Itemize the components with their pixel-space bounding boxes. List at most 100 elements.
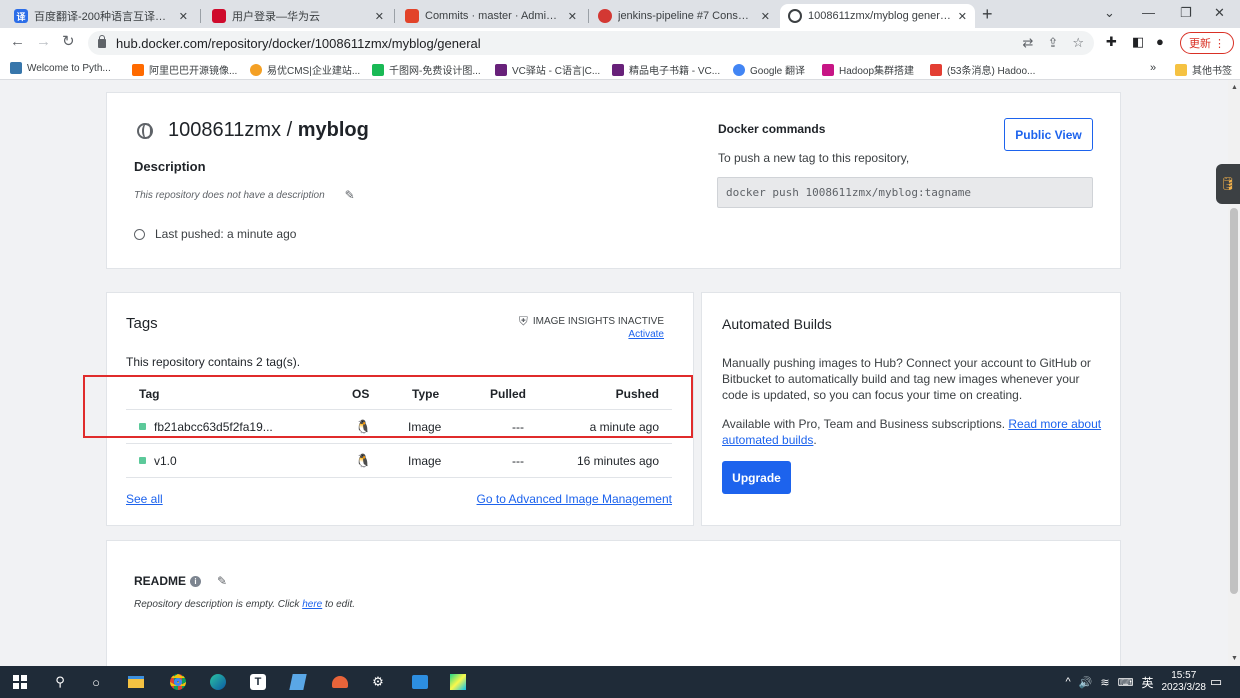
- readme-empty-note: Repository description is empty. Click h…: [134, 599, 355, 610]
- push-command-box[interactable]: docker push 1008611zmx/myblog:tagname: [717, 177, 1093, 208]
- bookmark-label: 易优CMS|企业建站...: [267, 66, 361, 77]
- snail-app-icon[interactable]: [330, 672, 350, 692]
- notepad-icon[interactable]: [288, 672, 308, 692]
- close-icon[interactable]: ✕: [761, 10, 770, 23]
- edit-pencil-icon[interactable]: ✎: [345, 188, 355, 202]
- close-icon[interactable]: ✕: [958, 10, 967, 23]
- browser-tab-strip: 译 百度翻译-200种语言互译、沟通 ✕ 用户登录—华为云 ✕ Commits …: [0, 0, 1240, 28]
- side-extension-cup-icon[interactable]: 🛢: [1216, 164, 1240, 204]
- repository-overview-card: 1008611zmx / myblog Description This rep…: [106, 92, 1121, 269]
- browser-tab-gitlab-commits[interactable]: Commits · master · Administra ✕: [397, 4, 585, 28]
- browser-tab-baidu-translate[interactable]: 译 百度翻译-200种语言互译、沟通 ✕: [6, 4, 196, 28]
- public-globe-icon: [137, 122, 153, 139]
- tag-name[interactable]: v1.0: [154, 454, 177, 468]
- settings-gear-icon[interactable]: ⚙: [368, 672, 388, 692]
- search-icon[interactable]: ⚲: [50, 672, 70, 692]
- bookmark-hadoop-cluster[interactable]: Hadoop集群搭建: [822, 62, 914, 77]
- info-icon[interactable]: i: [190, 575, 202, 587]
- upgrade-button[interactable]: Upgrade: [722, 461, 791, 494]
- other-bookmarks-label: 其他书签: [1192, 66, 1232, 77]
- readme-card: README i ✎ Repository description is emp…: [106, 540, 1121, 666]
- browser-tab-docker-hub[interactable]: 1008611zmx/myblog general | D ✕: [780, 4, 975, 28]
- repository-title: 1008611zmx / myblog: [137, 119, 369, 142]
- show-hidden-icons-chevron-icon[interactable]: ^: [1066, 676, 1071, 688]
- extensions-puzzle-icon[interactable]: ✚: [1106, 34, 1117, 50]
- table-row[interactable]: v1.0 🐧 Image --- 16 minutes ago: [126, 444, 672, 478]
- profile-avatar-icon[interactable]: ●: [1156, 34, 1164, 49]
- translate-icon[interactable]: ⇄: [1023, 35, 1034, 51]
- keyboard-icon[interactable]: ⌨: [1118, 676, 1134, 689]
- notifications-icon[interactable]: ▭: [1206, 672, 1226, 692]
- public-view-button[interactable]: Public View: [1004, 118, 1093, 151]
- tab-label: jenkins-pipeline #7 Console [Je: [618, 10, 755, 22]
- see-all-link[interactable]: See all: [126, 492, 163, 506]
- readme-edit-link[interactable]: here: [302, 599, 322, 610]
- close-icon[interactable]: ✕: [375, 10, 384, 23]
- scroll-down-arrow-icon[interactable]: ▼: [1231, 655, 1238, 662]
- scrollbar-thumb[interactable]: [1230, 208, 1238, 594]
- tab-label: 百度翻译-200种语言互译、沟通: [34, 11, 173, 23]
- restore-icon[interactable]: ❐: [1180, 5, 1192, 21]
- visual-studio-icon: [495, 63, 507, 76]
- csdn-icon: [930, 63, 942, 76]
- bookmark-eyoucms[interactable]: 易优CMS|企业建站...: [250, 62, 360, 77]
- insights-label: IMAGE INSIGHTS INACTIVE: [532, 316, 664, 327]
- clock-icon: [134, 228, 145, 240]
- bookmark-58pic[interactable]: 千图网-免费设计图...: [372, 62, 481, 77]
- tab-search-chevron-icon[interactable]: ⌄: [1104, 5, 1115, 21]
- tag-type: Image: [408, 453, 442, 468]
- reload-icon[interactable]: ↻: [62, 34, 75, 50]
- forward-arrow-icon[interactable]: →: [36, 34, 51, 50]
- volume-icon[interactable]: 🔊: [1079, 676, 1093, 689]
- browser-tab-huawei-cloud[interactable]: 用户登录—华为云 ✕: [204, 4, 392, 28]
- close-icon[interactable]: ✕: [179, 10, 188, 23]
- advanced-image-management-link[interactable]: Go to Advanced Image Management: [477, 492, 672, 506]
- other-bookmarks-folder[interactable]: 其他书签: [1175, 62, 1232, 77]
- share-icon[interactable]: ⇪: [1047, 35, 1058, 51]
- remote-desktop-icon[interactable]: [410, 672, 430, 692]
- side-panel-icon[interactable]: ◧: [1132, 34, 1144, 50]
- typora-icon[interactable]: T: [248, 672, 268, 692]
- tag-pulled: ---: [512, 453, 524, 468]
- windows-start-icon[interactable]: [10, 672, 30, 692]
- visual-studio-icon: [612, 63, 624, 76]
- docker-commands-subtitle: To push a new tag to this repository,: [718, 151, 910, 165]
- bookmark-csdn[interactable]: (53条消息) Hadoo...: [930, 62, 1035, 77]
- close-icon[interactable]: ✕: [568, 10, 577, 23]
- file-explorer-icon[interactable]: [126, 672, 146, 692]
- edge-icon[interactable]: [208, 672, 228, 692]
- url-text[interactable]: hub.docker.com/repository/docker/1008611…: [116, 36, 481, 51]
- bookmarks-overflow-icon[interactable]: »: [1150, 62, 1156, 74]
- bookmark-python[interactable]: Welcome to Pyth...: [10, 62, 111, 74]
- tab-label: Commits · master · Administra: [425, 10, 562, 22]
- window-close-icon[interactable]: ✕: [1214, 5, 1225, 21]
- chrome-icon[interactable]: [168, 672, 188, 692]
- edit-pencil-icon[interactable]: ✎: [217, 574, 227, 588]
- description-heading: Description: [134, 159, 206, 174]
- bookmark-aliyun-mirror[interactable]: 阿里巴巴开源镜像...: [132, 62, 237, 77]
- new-tab-plus-icon[interactable]: +: [982, 4, 993, 25]
- bookmark-star-icon[interactable]: ☆: [1072, 35, 1084, 51]
- address-bar[interactable]: hub.docker.com/repository/docker/1008611…: [88, 31, 1094, 55]
- system-tray: ^ 🔊 ≋ ⌨ 英 15:57 2023/3/28: [1066, 666, 1207, 698]
- activate-link[interactable]: Activate: [628, 329, 664, 340]
- back-arrow-icon[interactable]: ←: [10, 34, 25, 50]
- last-pushed-text: Last pushed: a minute ago: [155, 227, 297, 241]
- bookmark-ebooks[interactable]: 精品电子书籍 - VC...: [612, 62, 720, 77]
- scroll-up-arrow-icon[interactable]: ▲: [1231, 84, 1238, 91]
- pycharm-icon[interactable]: [448, 672, 468, 692]
- bookmark-vcstation[interactable]: VC驿站 - C语言|C...: [495, 62, 600, 77]
- browser-tab-jenkins[interactable]: jenkins-pipeline #7 Console [Je ✕: [590, 4, 778, 28]
- update-button[interactable]: 更新 ⋮: [1180, 32, 1234, 54]
- tag-status-dot: [139, 457, 146, 464]
- bookmark-google-translate[interactable]: Google 翻译: [733, 62, 805, 77]
- task-view-icon[interactable]: ○: [86, 672, 106, 692]
- lock-icon[interactable]: [98, 34, 106, 48]
- tab-separator: [588, 9, 589, 23]
- minimize-icon[interactable]: —: [1142, 5, 1155, 20]
- bookmark-label: 千图网-免费设计图...: [389, 66, 481, 77]
- system-clock[interactable]: 15:57 2023/3/28: [1162, 670, 1207, 694]
- automated-builds-heading: Automated Builds: [722, 316, 832, 332]
- wifi-icon[interactable]: ≋: [1100, 676, 1109, 689]
- ime-indicator[interactable]: 英: [1141, 674, 1153, 691]
